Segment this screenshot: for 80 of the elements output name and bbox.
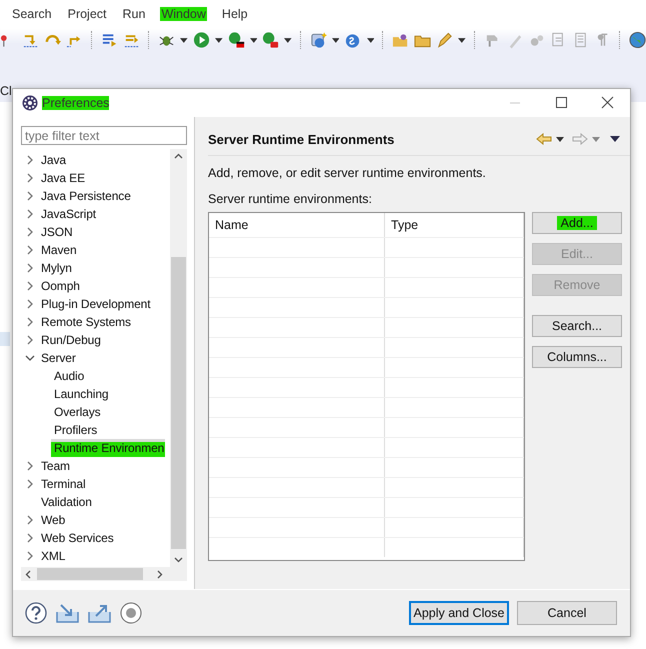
tree-item[interactable]: Web Services — [38, 529, 115, 547]
tree-item[interactable]: Profilers — [51, 421, 98, 439]
collapse-chevron-icon[interactable] — [25, 353, 35, 363]
tree-item[interactable]: Runtime Environmen — [51, 439, 166, 457]
dropdown-caret-icon[interactable] — [332, 38, 340, 42]
list-label: Server runtime environments: — [208, 192, 373, 206]
side-button[interactable]: Add... — [532, 212, 622, 234]
expand-chevron-icon[interactable] — [25, 281, 35, 291]
tree-item[interactable]: JavaScript — [38, 205, 98, 223]
run-last-icon[interactable] — [228, 31, 245, 49]
expand-chevron-icon[interactable] — [25, 173, 35, 183]
menu-item[interactable]: Run — [114, 5, 154, 23]
expand-chevron-icon[interactable] — [25, 191, 35, 201]
editor-tab[interactable]: Cl — [0, 84, 12, 98]
tree-item[interactable]: Web — [38, 511, 66, 529]
expand-chevron-icon[interactable] — [25, 299, 35, 309]
export-icon[interactable] — [88, 603, 111, 623]
dropdown-caret-icon[interactable] — [214, 38, 223, 42]
pen-icon[interactable] — [436, 31, 454, 49]
tree-item[interactable]: Run/Debug — [38, 331, 102, 349]
dropdown-caret-icon[interactable] — [284, 38, 292, 42]
menu-item[interactable]: Project — [60, 5, 115, 23]
view-menu-icon[interactable] — [610, 136, 620, 142]
side-button[interactable]: Columns... — [532, 346, 622, 368]
tree-item[interactable]: Java — [38, 151, 67, 169]
dialog-button[interactable]: Cancel — [517, 601, 617, 625]
column-header[interactable]: Type — [385, 213, 524, 237]
dropdown-caret-icon[interactable] — [366, 38, 374, 42]
record-icon[interactable] — [120, 602, 142, 624]
vertical-scrollbar[interactable] — [170, 149, 187, 567]
tree-item[interactable]: Validation — [38, 493, 93, 511]
expand-chevron-icon[interactable] — [25, 209, 35, 219]
side-button[interactable]: Search... — [532, 315, 622, 337]
run-icon[interactable] — [192, 31, 210, 49]
tree-item[interactable]: Terminal — [38, 475, 87, 493]
dropdown-caret-icon[interactable] — [556, 136, 564, 142]
dropdown-caret-icon[interactable] — [458, 38, 466, 42]
expand-chevron-icon[interactable] — [25, 245, 35, 255]
filter-field[interactable]: type filter text — [21, 126, 187, 145]
tree-item[interactable]: XML — [38, 547, 66, 565]
tree-item[interactable]: Java EE — [38, 169, 86, 187]
tree-item[interactable]: Oomph — [38, 277, 81, 295]
tree-item[interactable]: Server — [38, 349, 77, 367]
import-icon[interactable] — [56, 603, 79, 623]
expand-chevron-icon[interactable] — [25, 551, 35, 561]
dialog-button[interactable]: Apply and Close — [409, 601, 509, 625]
menu-item[interactable]: Help — [214, 5, 256, 23]
page-title: Server Runtime Environments — [208, 132, 396, 146]
tree-item[interactable]: Java Persistence — [38, 187, 132, 205]
column-header[interactable]: Name — [209, 213, 385, 237]
expand-chevron-icon[interactable] — [25, 263, 35, 273]
tree-item[interactable]: Team — [38, 457, 71, 475]
tree-item[interactable]: Maven — [38, 241, 78, 259]
tree-item[interactable]: Remote Systems — [38, 313, 132, 331]
tree-item[interactable]: Plug-in Development — [38, 295, 152, 313]
expand-chevron-icon[interactable] — [25, 335, 35, 345]
help-icon[interactable] — [25, 602, 47, 624]
expand-chevron-icon[interactable] — [25, 227, 35, 237]
tree-item[interactable]: Launching — [51, 385, 110, 403]
dropdown-caret-icon[interactable] — [180, 38, 188, 42]
expand-chevron-icon[interactable] — [25, 515, 35, 525]
globe-icon[interactable] — [629, 31, 646, 49]
menu-item[interactable]: Search — [4, 5, 60, 23]
expand-chevron-icon[interactable] — [25, 461, 35, 471]
expand-chevron-icon[interactable] — [25, 155, 35, 165]
gear-icon — [22, 95, 38, 111]
dropdown-caret-icon[interactable] — [250, 38, 258, 42]
tree-item[interactable]: Mylyn — [38, 259, 73, 277]
window-title: Preferences — [42, 96, 110, 110]
runtime-table[interactable]: Name Type — [208, 212, 525, 561]
tree-item[interactable]: JSON — [38, 223, 74, 241]
horizontal-scrollbar[interactable] — [21, 567, 187, 581]
expand-chevron-icon[interactable] — [25, 533, 35, 543]
tree-item[interactable]: Overlays — [51, 403, 102, 421]
tree-item[interactable]: Audio — [51, 367, 86, 385]
row-highlight — [0, 332, 10, 346]
description-text: Add, remove, or edit server runtime environments. — [208, 166, 487, 180]
expand-chevron-icon[interactable] — [25, 317, 35, 327]
expand-chevron-icon[interactable] — [25, 479, 35, 489]
run-external-icon[interactable] — [262, 31, 280, 49]
